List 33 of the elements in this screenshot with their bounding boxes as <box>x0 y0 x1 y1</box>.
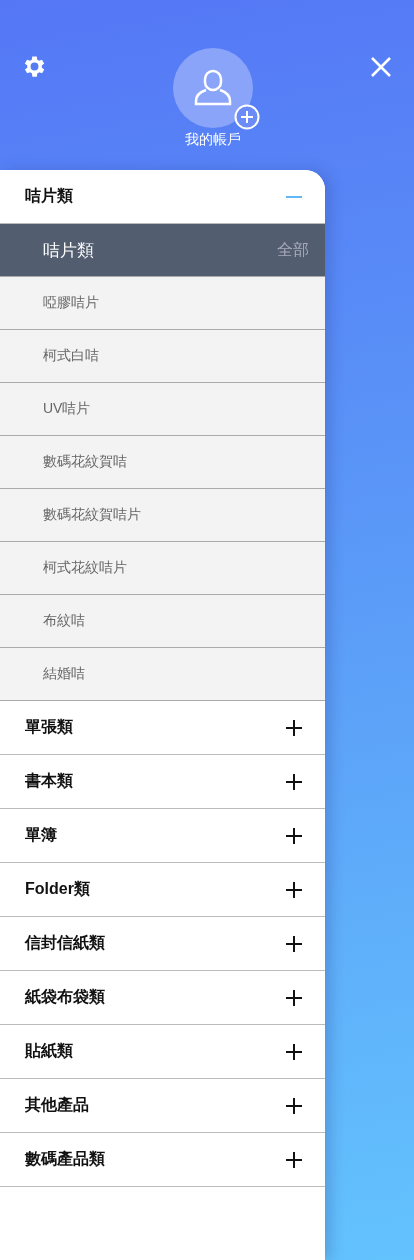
plus-icon <box>285 1150 303 1169</box>
category-item[interactable]: 咭片類 <box>0 170 325 224</box>
plus-icon <box>285 988 303 1007</box>
subcategory-item[interactable]: 布紋咭 <box>0 595 325 648</box>
minus-icon <box>286 195 302 198</box>
plus-icon <box>285 826 303 845</box>
subcategory-item[interactable]: 數碼花紋賀咭 <box>0 436 325 489</box>
subcategory-item[interactable]: UV咭片 <box>0 383 325 436</box>
plus-icon <box>285 934 303 953</box>
plus-icon <box>285 880 303 899</box>
account-label[interactable]: 我的帳戶 <box>184 131 241 149</box>
category-item[interactable]: 貼紙類 <box>0 1025 325 1079</box>
plus-icon <box>285 1096 303 1115</box>
category-item[interactable]: 其他產品 <box>0 1079 325 1133</box>
category-item[interactable]: Folder類 <box>0 863 325 917</box>
subcategory-item[interactable]: 結婚咭 <box>0 648 325 701</box>
plus-icon <box>285 718 303 737</box>
subcategory-item[interactable]: 啞膠咭片 <box>0 277 325 330</box>
category-item[interactable]: 紙袋布袋類 <box>0 971 325 1025</box>
category-item[interactable]: 數碼產品類 <box>0 1133 325 1187</box>
category-item[interactable]: 單簿 <box>0 809 325 863</box>
category-item[interactable]: 書本類 <box>0 755 325 809</box>
subcategory-title: 咭片類 <box>43 239 94 262</box>
close-button[interactable] <box>370 56 392 78</box>
plus-icon <box>285 772 303 791</box>
category-item[interactable]: 信封信紙類 <box>0 917 325 971</box>
plus-icon <box>285 1042 303 1061</box>
subcategory-item[interactable]: 柯式花紋咭片 <box>0 542 325 595</box>
subcategory-item[interactable]: 柯式白咭 <box>0 330 325 383</box>
subcategory-item[interactable]: 數碼花紋賀咭片 <box>0 489 325 542</box>
person-icon <box>192 68 233 108</box>
add-icon[interactable] <box>233 104 260 130</box>
category-item[interactable]: 單張類 <box>0 701 325 755</box>
